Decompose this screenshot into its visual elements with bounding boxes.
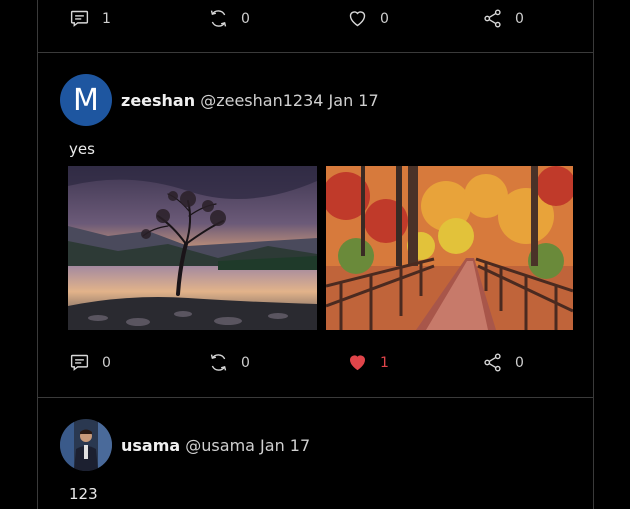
heart-outline-icon	[347, 8, 368, 29]
share-button[interactable]: 0	[482, 8, 524, 29]
post-actions-previous: 1 0 0 0	[38, 8, 593, 30]
share-count: 0	[515, 354, 524, 371]
like-count: 0	[380, 10, 389, 27]
comment-icon	[69, 8, 90, 29]
like-count: 1	[380, 354, 389, 371]
share-icon	[482, 8, 503, 29]
repost-count: 0	[241, 354, 250, 371]
like-button[interactable]: 0	[347, 8, 389, 29]
repost-icon	[208, 8, 229, 29]
heart-filled-icon	[347, 352, 368, 373]
author-name[interactable]: usama	[121, 436, 180, 455]
repost-button[interactable]: 0	[208, 352, 250, 373]
repost-icon	[208, 352, 229, 373]
like-button[interactable]: 1	[347, 352, 389, 373]
author-handle[interactable]: @zeeshan1234	[200, 91, 323, 110]
repost-button[interactable]: 0	[208, 8, 250, 29]
comment-count: 1	[102, 10, 111, 27]
feed-column: 1 0 0 0 M zeeshan @zeeshan1234 Jan 17 ye…	[37, 0, 594, 509]
avatar[interactable]	[60, 419, 112, 471]
author-name[interactable]: zeeshan	[121, 91, 195, 110]
avatar-letter: M	[73, 82, 99, 118]
share-count: 0	[515, 10, 524, 27]
comment-count: 0	[102, 354, 111, 371]
avatar[interactable]: M	[60, 74, 112, 126]
comment-icon	[69, 352, 90, 373]
post-text: 123	[69, 485, 98, 503]
post-image-lake-tree[interactable]	[68, 166, 317, 330]
share-icon	[482, 352, 503, 373]
post-item[interactable]: M zeeshan @zeeshan1234 Jan 17 yes 0 0 1 …	[38, 53, 593, 397]
post-image-autumn-boardwalk[interactable]	[326, 166, 573, 330]
comment-button[interactable]: 0	[69, 352, 111, 373]
comment-button[interactable]: 1	[69, 8, 111, 29]
post-item[interactable]: usama @usama Jan 17 123	[38, 398, 593, 509]
post-text: yes	[69, 140, 95, 158]
post-date[interactable]: Jan 17	[260, 436, 310, 455]
repost-count: 0	[241, 10, 250, 27]
post-header: zeeshan @zeeshan1234 Jan 17	[121, 91, 379, 110]
share-button[interactable]: 0	[482, 352, 524, 373]
post-date[interactable]: Jan 17	[329, 91, 379, 110]
author-handle[interactable]: @usama	[185, 436, 255, 455]
post-header: usama @usama Jan 17	[121, 436, 310, 455]
post-actions: 0 0 1 0	[38, 352, 593, 374]
